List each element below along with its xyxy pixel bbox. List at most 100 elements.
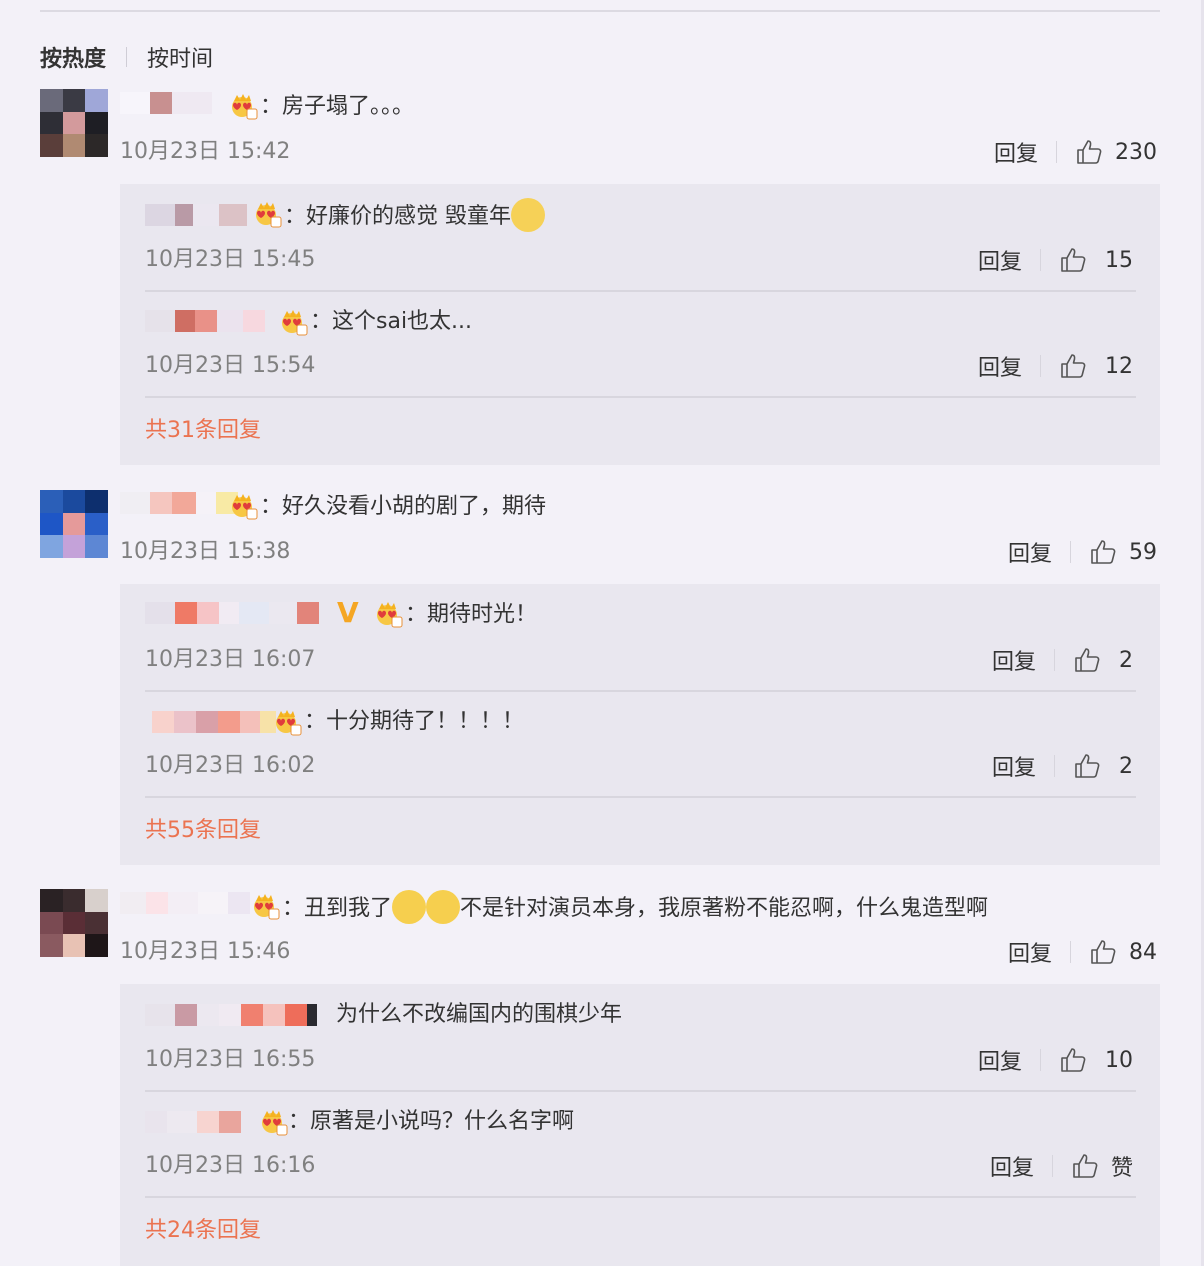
sort-by-time-tab[interactable]: 按时间	[147, 41, 213, 73]
like-button[interactable]: 2	[1073, 646, 1133, 674]
comment-text-part: ：丑到我了	[282, 896, 393, 921]
crown-member-badge-icon	[228, 92, 258, 120]
crown-member-badge-icon	[252, 200, 282, 228]
reply-time: 10月23日 16:16	[145, 1153, 316, 1178]
more-replies-link[interactable]: 共24条回复	[145, 1216, 261, 1246]
crown-member-badge-icon	[228, 492, 258, 520]
like-button[interactable]: 230	[1075, 138, 1157, 166]
sort-bar: 按热度 按时间	[40, 40, 213, 74]
reply-text-content: ：好廉价的感觉 毁童年	[284, 204, 511, 229]
comment-text: ：好久没看小胡的剧了，期待	[260, 494, 547, 519]
reply-actions: 回复 2	[992, 750, 1133, 782]
username[interactable]	[120, 888, 250, 918]
reply-button[interactable]: 回复	[990, 1150, 1034, 1182]
username[interactable]	[145, 200, 247, 230]
reply-text: ：原著是小说吗？什么名字啊	[288, 1109, 575, 1134]
divider	[40, 10, 1160, 12]
divider	[1054, 755, 1055, 777]
comment-panel: 按热度 按时间 ：房子塌了。。。 10月23日 15:42 回复 230 ：好廉…	[0, 0, 1204, 1266]
crown-member-badge-icon	[272, 708, 302, 736]
avatar[interactable]	[40, 490, 108, 558]
comment-text-part: 不是针对演员本身，我原著粉不能忍啊，什么鬼造型啊	[460, 896, 989, 921]
like-count: 2	[1119, 647, 1133, 673]
thumbs-up-icon	[1059, 1046, 1087, 1074]
crown-member-badge-icon	[258, 1108, 288, 1136]
divider	[1040, 355, 1041, 377]
reply-actions: 回复 15	[978, 244, 1133, 276]
laugh-cry-emoji-icon	[392, 890, 427, 924]
reply-actions: 回复 2	[992, 644, 1133, 676]
reply-text: ：期待时光！	[405, 602, 538, 627]
crown-member-badge-icon	[278, 308, 308, 336]
reply-text: ：这个sai也太...	[310, 309, 473, 334]
reply-button[interactable]: 回复	[1008, 936, 1052, 968]
like-button[interactable]: 15	[1059, 246, 1133, 274]
reply-button[interactable]: 回复	[978, 350, 1022, 382]
comment-text: ：房子塌了。。。	[260, 94, 415, 119]
thumbs-up-icon	[1075, 138, 1103, 166]
username[interactable]	[145, 1107, 241, 1137]
reply-button[interactable]: 回复	[994, 136, 1038, 168]
reply-actions: 回复 12	[978, 350, 1133, 382]
avatar[interactable]	[40, 89, 108, 157]
comment-time: 10月23日 15:38	[120, 539, 291, 564]
thumbs-up-icon	[1089, 538, 1117, 566]
like-count: 12	[1105, 353, 1133, 379]
sort-by-hot-tab[interactable]: 按热度	[40, 41, 106, 73]
username[interactable]	[145, 306, 265, 336]
reply-actions: 回复 10	[978, 1044, 1133, 1076]
avatar[interactable]	[40, 889, 108, 957]
username[interactable]	[120, 88, 212, 118]
v-verified-icon: V	[337, 596, 359, 629]
reply-text: ：好廉价的感觉 毁童年	[284, 198, 545, 232]
more-replies-link[interactable]: 共55条回复	[145, 816, 261, 846]
like-count: 230	[1115, 139, 1157, 165]
divider	[145, 290, 1136, 292]
divider	[1040, 1049, 1041, 1071]
like-button[interactable]: 84	[1089, 938, 1157, 966]
like-button[interactable]: 赞	[1071, 1150, 1133, 1182]
like-button[interactable]: 12	[1059, 352, 1133, 380]
divider	[1056, 141, 1057, 163]
thumbs-up-icon	[1089, 938, 1117, 966]
divider	[145, 1196, 1136, 1198]
like-button[interactable]: 59	[1089, 538, 1157, 566]
reply-button[interactable]: 回复	[978, 1044, 1022, 1076]
reply-time: 10月23日 16:55	[145, 1047, 316, 1072]
thumbs-up-icon	[1071, 1152, 1099, 1180]
reply-time: 10月23日 15:54	[145, 353, 316, 378]
reply-button[interactable]: 回复	[992, 750, 1036, 782]
more-replies-link[interactable]: 共31条回复	[145, 416, 261, 446]
divider	[126, 47, 128, 67]
thumbs-up-icon	[1059, 246, 1087, 274]
like-count: 赞	[1110, 1156, 1133, 1181]
comment-time: 10月23日 15:46	[120, 939, 291, 964]
divider	[145, 1090, 1136, 1092]
like-count: 84	[1129, 939, 1157, 965]
like-button[interactable]: 10	[1059, 1046, 1133, 1074]
divider	[145, 690, 1136, 692]
reply-text: ：十分期待了！！！！	[304, 709, 525, 734]
comment-actions: 回复 230	[994, 136, 1157, 168]
reply-time: 10月23日 15:45	[145, 247, 316, 272]
reply-button[interactable]: 回复	[1008, 536, 1052, 568]
divider	[1070, 941, 1071, 963]
username[interactable]	[120, 488, 238, 518]
like-count: 15	[1105, 247, 1133, 273]
divider	[1040, 249, 1041, 271]
username[interactable]	[152, 707, 276, 737]
comment-actions: 回复 59	[1008, 536, 1157, 568]
like-button[interactable]: 2	[1073, 752, 1133, 780]
crown-member-badge-icon	[373, 600, 403, 628]
reply-button[interactable]: 回复	[978, 244, 1022, 276]
divider	[1051, 1155, 1053, 1177]
like-count: 10	[1105, 1047, 1133, 1073]
username[interactable]	[145, 1000, 317, 1030]
divider	[1070, 541, 1071, 563]
like-count: 59	[1129, 539, 1157, 565]
username[interactable]	[145, 598, 319, 628]
thumbs-up-icon	[1073, 646, 1101, 674]
reply-time: 10月23日 16:07	[145, 647, 316, 672]
reply-button[interactable]: 回复	[992, 644, 1036, 676]
thumbs-up-icon	[1073, 752, 1101, 780]
